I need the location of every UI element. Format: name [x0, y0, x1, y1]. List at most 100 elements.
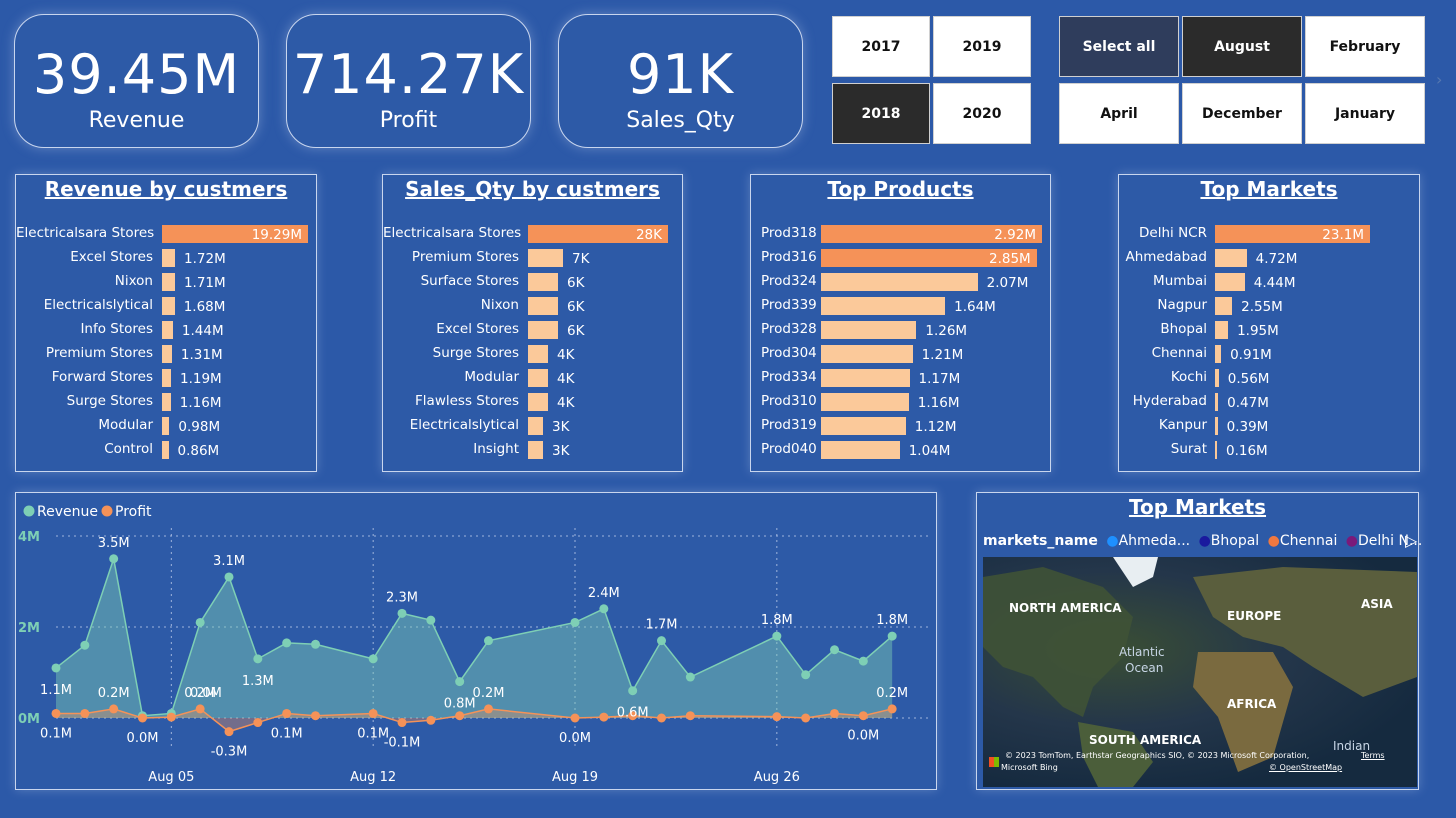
- bar[interactable]: [1215, 369, 1219, 387]
- bar-row[interactable]: Prod334 1.17M: [751, 369, 1050, 388]
- bar[interactable]: [528, 441, 543, 459]
- month-february-button[interactable]: February: [1305, 16, 1425, 77]
- bar-row[interactable]: Surface Stores 6K: [383, 273, 682, 292]
- bar[interactable]: [162, 417, 170, 435]
- month-april-button[interactable]: April: [1059, 83, 1179, 144]
- bar-row[interactable]: Bhopal 1.95M: [1119, 321, 1419, 340]
- bar[interactable]: [821, 345, 913, 363]
- bar[interactable]: [1215, 345, 1222, 363]
- bar[interactable]: [821, 321, 917, 339]
- bar-row[interactable]: Surge Stores 4K: [383, 345, 682, 364]
- year-2020-button[interactable]: 2020: [933, 83, 1031, 144]
- bar-row[interactable]: Electricalsara Stores 28K: [383, 225, 682, 244]
- bar[interactable]: [1215, 393, 1219, 411]
- bar-row[interactable]: Insight 3K: [383, 441, 682, 460]
- bar[interactable]: [821, 297, 946, 315]
- year-2017-button[interactable]: 2017: [832, 16, 930, 77]
- kpi-card-sales-qty: 91K Sales_Qty: [558, 14, 803, 148]
- bar[interactable]: [821, 417, 906, 435]
- bar-row[interactable]: Prod328 1.26M: [751, 321, 1050, 340]
- bar-row[interactable]: Modular 0.98M: [16, 417, 316, 436]
- bar-row[interactable]: Premium Stores 1.31M: [16, 345, 316, 364]
- bar[interactable]: [1215, 273, 1245, 291]
- bar-row[interactable]: Nagpur 2.55M: [1119, 297, 1419, 316]
- bar-row[interactable]: Electricalslytical 3K: [383, 417, 682, 436]
- bar-row[interactable]: Excel Stores 1.72M: [16, 249, 316, 268]
- bar-row[interactable]: Kochi 0.56M: [1119, 369, 1419, 388]
- bar[interactable]: [528, 369, 548, 387]
- world-map[interactable]: NORTH AMERICA EUROPE ASIA Atlantic Ocean…: [983, 557, 1417, 787]
- bar[interactable]: [1215, 417, 1218, 435]
- bar[interactable]: [162, 297, 175, 315]
- month-august-button[interactable]: August: [1182, 16, 1302, 77]
- month-select-all-button[interactable]: Select all: [1059, 16, 1179, 77]
- bar-row[interactable]: Flawless Stores 4K: [383, 393, 682, 412]
- bar-row[interactable]: Kanpur 0.39M: [1119, 417, 1419, 436]
- bar[interactable]: [528, 297, 558, 315]
- bar[interactable]: [821, 393, 909, 411]
- bar-row[interactable]: Nixon 6K: [383, 297, 682, 316]
- bar-category-label: Flawless Stores: [415, 393, 519, 409]
- month-january-button[interactable]: January: [1305, 83, 1425, 144]
- legend-next-icon[interactable]: ▷: [1405, 531, 1417, 550]
- bar[interactable]: [162, 441, 169, 459]
- bar-row[interactable]: Ahmedabad 4.72M: [1119, 249, 1419, 268]
- bar-row[interactable]: Chennai 0.91M: [1119, 345, 1419, 364]
- bar[interactable]: [821, 441, 900, 459]
- map-terms-link[interactable]: Terms: [1361, 751, 1385, 760]
- bar[interactable]: [1215, 441, 1217, 459]
- map-osm-link[interactable]: © OpenStreetMap: [1269, 763, 1342, 772]
- bar[interactable]: [162, 369, 171, 387]
- bar-row[interactable]: Surge Stores 1.16M: [16, 393, 316, 412]
- bar-row[interactable]: Hyderabad 0.47M: [1119, 393, 1419, 412]
- bar[interactable]: [162, 321, 173, 339]
- bar[interactable]: [162, 393, 171, 411]
- bar-category-label: Chennai: [1151, 345, 1207, 361]
- bar[interactable]: [1215, 321, 1229, 339]
- bar-row[interactable]: Prod339 1.64M: [751, 297, 1050, 316]
- bar[interactable]: [1215, 249, 1247, 267]
- bar[interactable]: [528, 249, 563, 267]
- bar-row[interactable]: Prod319 1.12M: [751, 417, 1050, 436]
- bar-row[interactable]: Prod304 1.21M: [751, 345, 1050, 364]
- bar[interactable]: [1215, 297, 1233, 315]
- bar-row[interactable]: Prod310 1.16M: [751, 393, 1050, 412]
- bar-row[interactable]: Prod324 2.07M: [751, 273, 1050, 292]
- bar-row[interactable]: Delhi NCR 23.1M: [1119, 225, 1419, 244]
- y-tick-label: 4M: [18, 530, 40, 545]
- bar[interactable]: [528, 273, 558, 291]
- bar[interactable]: [528, 321, 558, 339]
- chevron-right-icon[interactable]: ›: [1436, 70, 1442, 89]
- kpi-value: 714.27K: [292, 43, 525, 106]
- bar[interactable]: [528, 345, 548, 363]
- year-2018-button[interactable]: 2018: [832, 83, 930, 144]
- bar[interactable]: [528, 417, 543, 435]
- map-legend-item: Ahmeda...: [1118, 533, 1191, 549]
- bar[interactable]: [162, 345, 172, 363]
- bar-row[interactable]: Electricalslytical 1.68M: [16, 297, 316, 316]
- year-2019-button[interactable]: 2019: [933, 16, 1031, 77]
- bar-value-label: 1.26M: [925, 323, 968, 339]
- bar-row[interactable]: Prod318 2.92M: [751, 225, 1050, 244]
- bar[interactable]: [162, 249, 176, 267]
- bar-row[interactable]: Surat 0.16M: [1119, 441, 1419, 460]
- bar[interactable]: [528, 393, 548, 411]
- bar-row[interactable]: Control 0.86M: [16, 441, 316, 460]
- bar[interactable]: [162, 273, 175, 291]
- bar-row[interactable]: Electricalsara Stores 19.29M: [16, 225, 316, 244]
- bar-row[interactable]: Nixon 1.71M: [16, 273, 316, 292]
- bar-row[interactable]: Premium Stores 7K: [383, 249, 682, 268]
- bar-row[interactable]: Info Stores 1.44M: [16, 321, 316, 340]
- bar-row[interactable]: Mumbai 4.44M: [1119, 273, 1419, 292]
- month-december-button[interactable]: December: [1182, 83, 1302, 144]
- kpi-card-revenue: 39.45M Revenue: [14, 14, 259, 148]
- bar-row[interactable]: Prod316 2.85M: [751, 249, 1050, 268]
- bar-row[interactable]: Modular 4K: [383, 369, 682, 388]
- bar-row[interactable]: Prod040 1.04M: [751, 441, 1050, 460]
- bar[interactable]: [821, 273, 978, 291]
- bar[interactable]: [821, 369, 910, 387]
- bar-value-label: 1.72M: [184, 251, 226, 267]
- bar-row[interactable]: Excel Stores 6K: [383, 321, 682, 340]
- bar-row[interactable]: Forward Stores 1.19M: [16, 369, 316, 388]
- revenue-profit-trend-chart: 0M 2M 4M Aug 05 Aug 12 Aug 19 Aug 26 Revenue Pro…: [15, 492, 937, 790]
